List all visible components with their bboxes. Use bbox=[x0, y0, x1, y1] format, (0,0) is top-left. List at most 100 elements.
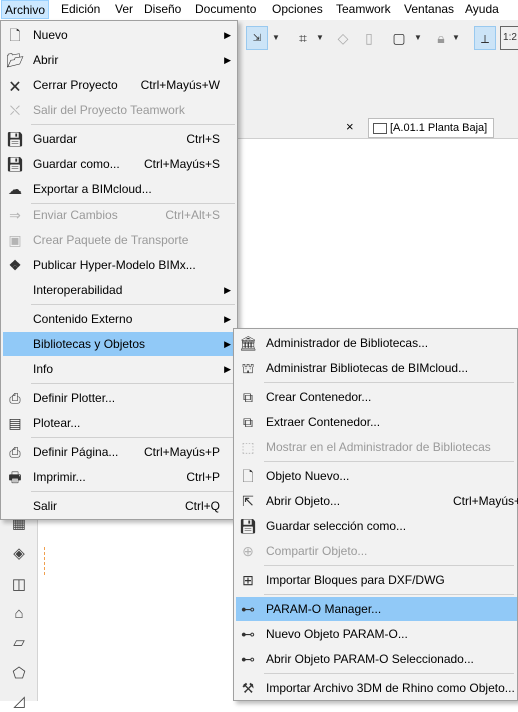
menu-item-abrir[interactable]: 📂︎ Abrir ▶ bbox=[3, 48, 235, 72]
menu-ventanas[interactable]: Ventanas bbox=[401, 0, 457, 19]
section-plane-icon[interactable]: ▯ bbox=[358, 26, 380, 50]
export-cloud-icon: ☁ bbox=[8, 181, 22, 197]
menu-item-importar-bloques-dxf[interactable]: ⊞ Importar Bloques para DXF/DWG bbox=[236, 568, 517, 592]
save-icon: 💾︎ bbox=[6, 131, 24, 147]
menu-item-label: Nuevo Objeto PARAM-O... bbox=[266, 627, 408, 641]
menu-item-info[interactable]: Info ▶ bbox=[3, 357, 235, 381]
save-as-icon: 💾︎ bbox=[6, 156, 24, 172]
menu-item-cerrar-proyecto[interactable]: 🗙︎ Cerrar Proyecto Ctrl+Mayús+W bbox=[3, 73, 235, 97]
plotter-setup-icon: ⎙ bbox=[9, 390, 21, 406]
menu-separator bbox=[31, 437, 235, 438]
menu-item-compartir-objeto[interactable]: ⊕ Compartir Objeto... bbox=[236, 539, 517, 563]
menu-diseno[interactable]: Diseño bbox=[141, 0, 184, 19]
menu-archivo[interactable]: Archivo bbox=[1, 0, 50, 19]
menu-separator bbox=[264, 461, 514, 462]
menu-item-definir-plotter[interactable]: ⎙ Definir Plotter... bbox=[3, 386, 235, 410]
stair-tool-icon[interactable]: ⌂ bbox=[9, 604, 29, 624]
menu-edicion[interactable]: Edición bbox=[58, 0, 103, 19]
chevron-down-icon[interactable]: ▼ bbox=[316, 26, 326, 50]
menu-item-enviar-cambios[interactable]: ⇒ Enviar Cambios Ctrl+Alt+S bbox=[3, 203, 235, 227]
package-icon: ▣ bbox=[8, 232, 22, 248]
chevron-down-icon[interactable]: ▼ bbox=[452, 26, 462, 50]
submenu-arrow-icon: ▶ bbox=[224, 30, 231, 40]
menu-ayuda[interactable]: Ayuda bbox=[462, 0, 502, 19]
menu-item-mostrar-administrador[interactable]: ⬚ Mostrar en el Administrador de Bibliot… bbox=[236, 435, 517, 459]
bibliotecas-submenu: 🏛︎ Administrador de Bibliotecas... ⛫ Adm… bbox=[233, 328, 518, 701]
open-param-o-icon: ⊷ bbox=[241, 651, 255, 667]
menu-item-guardar-seleccion[interactable]: 💾︎ Guardar selección como... bbox=[236, 514, 517, 538]
menu-item-bibliotecas-bimcloud[interactable]: ⛫ Administrar Bibliotecas de BIMcloud... bbox=[236, 356, 517, 380]
snap-guides-icon[interactable]: ⟂ bbox=[474, 26, 496, 50]
menu-separator bbox=[31, 304, 235, 305]
menu-item-label: Abrir Objeto PARAM-O Seleccionado... bbox=[266, 652, 474, 666]
menu-item-bibliotecas-objetos[interactable]: Bibliotecas y Objetos ▶ bbox=[3, 332, 235, 356]
close-tab-button[interactable]: × bbox=[346, 119, 354, 134]
chevron-down-icon[interactable]: ▼ bbox=[272, 26, 282, 50]
menu-item-contenido-externo[interactable]: Contenido Externo ▶ bbox=[3, 307, 235, 331]
menu-item-crear-contenedor[interactable]: ⧉ Crear Contenedor... bbox=[236, 385, 517, 409]
menu-item-guardar[interactable]: 💾︎ Guardar Ctrl+S bbox=[3, 127, 235, 151]
send-changes-icon: ⇒ bbox=[9, 207, 21, 223]
menu-item-shortcut: Ctrl+Mayús+S bbox=[143, 157, 220, 171]
menu-teamwork[interactable]: Teamwork bbox=[333, 0, 394, 19]
menu-item-importar-rhino[interactable]: ⚒ Importar Archivo 3DM de Rhino como Obj… bbox=[236, 676, 517, 700]
menu-item-label: Guardar selección como... bbox=[266, 519, 407, 533]
coordinate-icon[interactable]: ⇲ bbox=[246, 26, 268, 50]
menu-item-label: Mostrar en el Administrador de Bibliotec… bbox=[266, 440, 491, 454]
menu-item-label: Abrir bbox=[33, 53, 59, 67]
menu-item-label: Bibliotecas y Objetos bbox=[33, 337, 146, 351]
menu-item-extraer-contenedor[interactable]: ⧉ Extraer Contenedor... bbox=[236, 410, 517, 434]
scale-icon[interactable]: 1:2 bbox=[500, 26, 518, 50]
view-tabbar: × [A.01.1 Planta Baja] bbox=[238, 116, 518, 139]
save-selection-icon: 💾︎ bbox=[239, 518, 257, 534]
menu-item-objeto-nuevo[interactable]: 🗋︎ Objeto Nuevo... bbox=[236, 464, 517, 488]
view-frame-icon[interactable]: ▢ bbox=[388, 26, 410, 50]
menu-item-param-o-manager[interactable]: ⊷ PARAM-O Manager... bbox=[236, 597, 517, 621]
menu-item-administrador-bibliotecas[interactable]: 🏛︎ Administrador de Bibliotecas... bbox=[236, 331, 517, 355]
tab-label: [A.01.1 Planta Baja] bbox=[390, 122, 488, 134]
menu-item-publicar-bimx[interactable]: ❖ Publicar Hyper-Modelo BIMx... bbox=[3, 253, 235, 277]
menu-item-label: Importar Archivo 3DM de Rhino como Objet… bbox=[266, 681, 515, 695]
menu-item-label: Exportar a BIMcloud... bbox=[33, 182, 152, 196]
menu-item-exportar-bimcloud[interactable]: ☁ Exportar a BIMcloud... bbox=[3, 177, 235, 201]
menu-item-label: Enviar Cambios bbox=[33, 208, 118, 222]
menu-documento[interactable]: Documento bbox=[192, 0, 259, 19]
menu-item-nuevo[interactable]: 🗋︎ Nuevo ▶ bbox=[3, 23, 235, 47]
menu-item-guardar-como[interactable]: 💾︎ Guardar como... Ctrl+Mayús+S bbox=[3, 152, 235, 176]
menu-item-label: Definir Página... bbox=[33, 445, 119, 459]
page-setup-icon: ⎙ bbox=[9, 444, 21, 460]
toolbox-strip: ▦ ◈ ◫ ⌂ ▱ ⬠ ◿ bbox=[0, 515, 38, 710]
mesh-tool-icon[interactable]: ▱ bbox=[9, 633, 29, 653]
menu-item-definir-pagina[interactable]: ⎙ Definir Página... Ctrl+Mayús+P bbox=[3, 440, 235, 464]
menu-item-label: PARAM-O Manager... bbox=[266, 602, 382, 616]
door-tool-icon[interactable]: ◫ bbox=[9, 575, 29, 595]
menu-item-salir[interactable]: Salir Ctrl+Q bbox=[3, 494, 235, 518]
morph-tool-icon[interactable]: ◿ bbox=[9, 692, 29, 712]
menu-item-nuevo-param-o[interactable]: ⊷ Nuevo Objeto PARAM-O... bbox=[236, 622, 517, 646]
bimx-icon: ❖ bbox=[8, 257, 22, 273]
menu-item-abrir-param-o[interactable]: ⊷ Abrir Objeto PARAM-O Seleccionado... bbox=[236, 647, 517, 671]
menu-item-label: Salir del Proyecto Teamwork bbox=[33, 103, 185, 117]
guide-line bbox=[44, 547, 47, 575]
menu-item-salir-teamwork[interactable]: ⛌ Salir del Proyecto Teamwork bbox=[3, 98, 235, 122]
tab-floor-plan[interactable]: [A.01.1 Planta Baja] bbox=[368, 118, 495, 138]
menu-ver[interactable]: Ver bbox=[112, 0, 136, 19]
slab-tool-icon[interactable]: ◈ bbox=[9, 544, 29, 564]
menu-item-interoperabilidad[interactable]: Interoperabilidad ▶ bbox=[3, 278, 235, 302]
shell-tool-icon[interactable]: ⬠ bbox=[9, 664, 29, 684]
menu-item-imprimir[interactable]: 🖶︎ Imprimir... Ctrl+P bbox=[3, 465, 235, 489]
menu-item-shortcut: Ctrl+Mayús+P bbox=[143, 445, 220, 459]
layer-plane-icon[interactable]: ◇ bbox=[332, 26, 354, 50]
menu-item-label: Importar Bloques para DXF/DWG bbox=[266, 573, 445, 587]
lock-icon[interactable]: 🔒︎ bbox=[430, 26, 452, 50]
submenu-arrow-icon: ▶ bbox=[224, 55, 231, 65]
menu-item-abrir-objeto[interactable]: ⇱ Abrir Objeto... Ctrl+Mayús+ bbox=[236, 489, 518, 513]
menu-item-crear-paquete[interactable]: ▣ Crear Paquete de Transporte bbox=[3, 228, 235, 252]
menu-item-label: Objeto Nuevo... bbox=[266, 469, 350, 483]
grid-snap-icon[interactable]: ⌗ bbox=[292, 26, 314, 50]
plot-icon: ▤ bbox=[8, 415, 22, 431]
menu-item-label: Plotear... bbox=[33, 416, 81, 430]
menu-item-plotear[interactable]: ▤ Plotear... bbox=[3, 411, 235, 435]
menu-opciones[interactable]: Opciones bbox=[269, 0, 326, 19]
chevron-down-icon[interactable]: ▼ bbox=[414, 26, 424, 50]
